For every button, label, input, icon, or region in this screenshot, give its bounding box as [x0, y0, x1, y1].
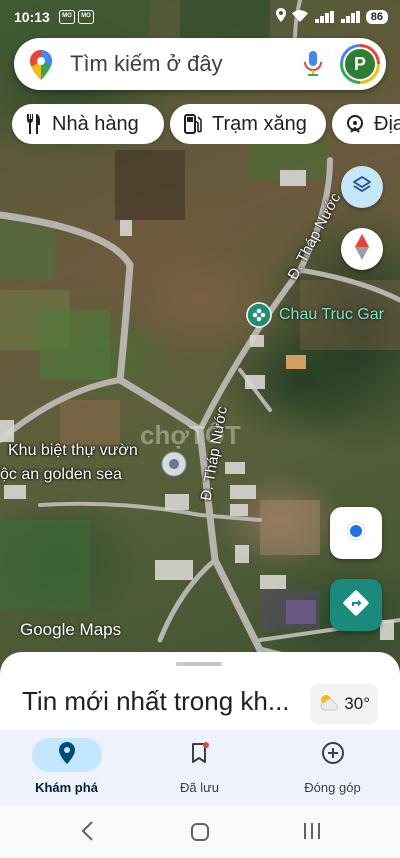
nav-label: Khám phá	[35, 780, 98, 795]
nav-explore[interactable]: Khám phá	[0, 738, 133, 795]
avatar-letter: P	[343, 47, 377, 81]
add-circle-icon	[321, 741, 345, 770]
fork-knife-icon	[26, 114, 42, 134]
bottom-navigation: Khám phá Đã lưu Đóng góp	[0, 730, 400, 806]
wifi-icon	[291, 9, 308, 25]
battery-indicator: 86	[365, 9, 388, 24]
chip-label: Trạm xăng	[212, 112, 307, 135]
temperature-text: 30°	[344, 694, 370, 713]
chip-attractions[interactable]: Địa	[332, 104, 400, 144]
home-icon[interactable]	[190, 822, 210, 847]
partly-cloudy-icon	[318, 693, 340, 716]
microphone-icon[interactable]	[304, 51, 322, 82]
nav-contribute[interactable]: Đóng góp	[266, 738, 399, 795]
sheet-drag-handle[interactable]	[176, 662, 222, 666]
location-icon	[275, 8, 286, 25]
nav-saved[interactable]: Đã lưu	[133, 738, 266, 795]
notification-icon: MO	[78, 10, 94, 24]
layers-icon	[352, 175, 372, 200]
place-label-line2[interactable]: ộc an golden sea	[0, 466, 122, 484]
gas-pump-icon	[184, 114, 202, 134]
recent-apps-icon[interactable]	[302, 820, 322, 847]
nav-label: Đã lưu	[179, 780, 220, 795]
compass-icon	[355, 233, 369, 265]
poi-label[interactable]: Chau Truc Gar	[279, 306, 384, 324]
my-location-button[interactable]	[330, 507, 382, 559]
layers-button[interactable]	[341, 166, 383, 208]
google-maps-attribution: Google Maps	[20, 620, 122, 639]
back-icon[interactable]	[80, 820, 96, 847]
notification-icon: MO	[59, 10, 75, 24]
category-chips: Nhà hàng Trạm xăng Địa	[12, 104, 400, 144]
explore-pin-icon	[58, 741, 75, 769]
chip-restaurants[interactable]: Nhà hàng	[12, 104, 164, 144]
sheet-title: Tin mới nhất trong kh...	[22, 686, 290, 716]
status-bar: 10:13 MO MO 86	[0, 0, 400, 34]
signal-icon	[314, 10, 334, 23]
search-input[interactable]: Tìm kiếm ở đây	[70, 51, 223, 77]
bottom-sheet[interactable]: Tin mới nhất trong kh... 30°	[0, 652, 400, 734]
my-location-icon	[345, 520, 367, 547]
place-label-line1[interactable]: Khu biệt thự vườn	[8, 442, 138, 460]
account-avatar[interactable]: P	[340, 44, 380, 84]
directions-icon	[343, 589, 369, 621]
chip-gas-stations[interactable]: Trạm xăng	[170, 104, 326, 144]
attraction-icon	[346, 114, 364, 134]
bookmark-icon	[191, 741, 209, 769]
compass-button[interactable]	[341, 228, 383, 270]
directions-button[interactable]	[330, 579, 382, 631]
system-navigation-bar	[0, 806, 400, 858]
weather-badge[interactable]: 30°	[310, 684, 378, 724]
chip-label: Nhà hàng	[52, 112, 139, 135]
search-bar[interactable]: Tìm kiếm ở đây P	[14, 38, 386, 90]
status-time: 10:13	[14, 9, 50, 25]
signal-icon	[340, 10, 360, 23]
nav-label: Đóng góp	[304, 780, 361, 795]
chip-label: Địa	[374, 112, 400, 135]
google-maps-pin-icon	[30, 50, 52, 85]
